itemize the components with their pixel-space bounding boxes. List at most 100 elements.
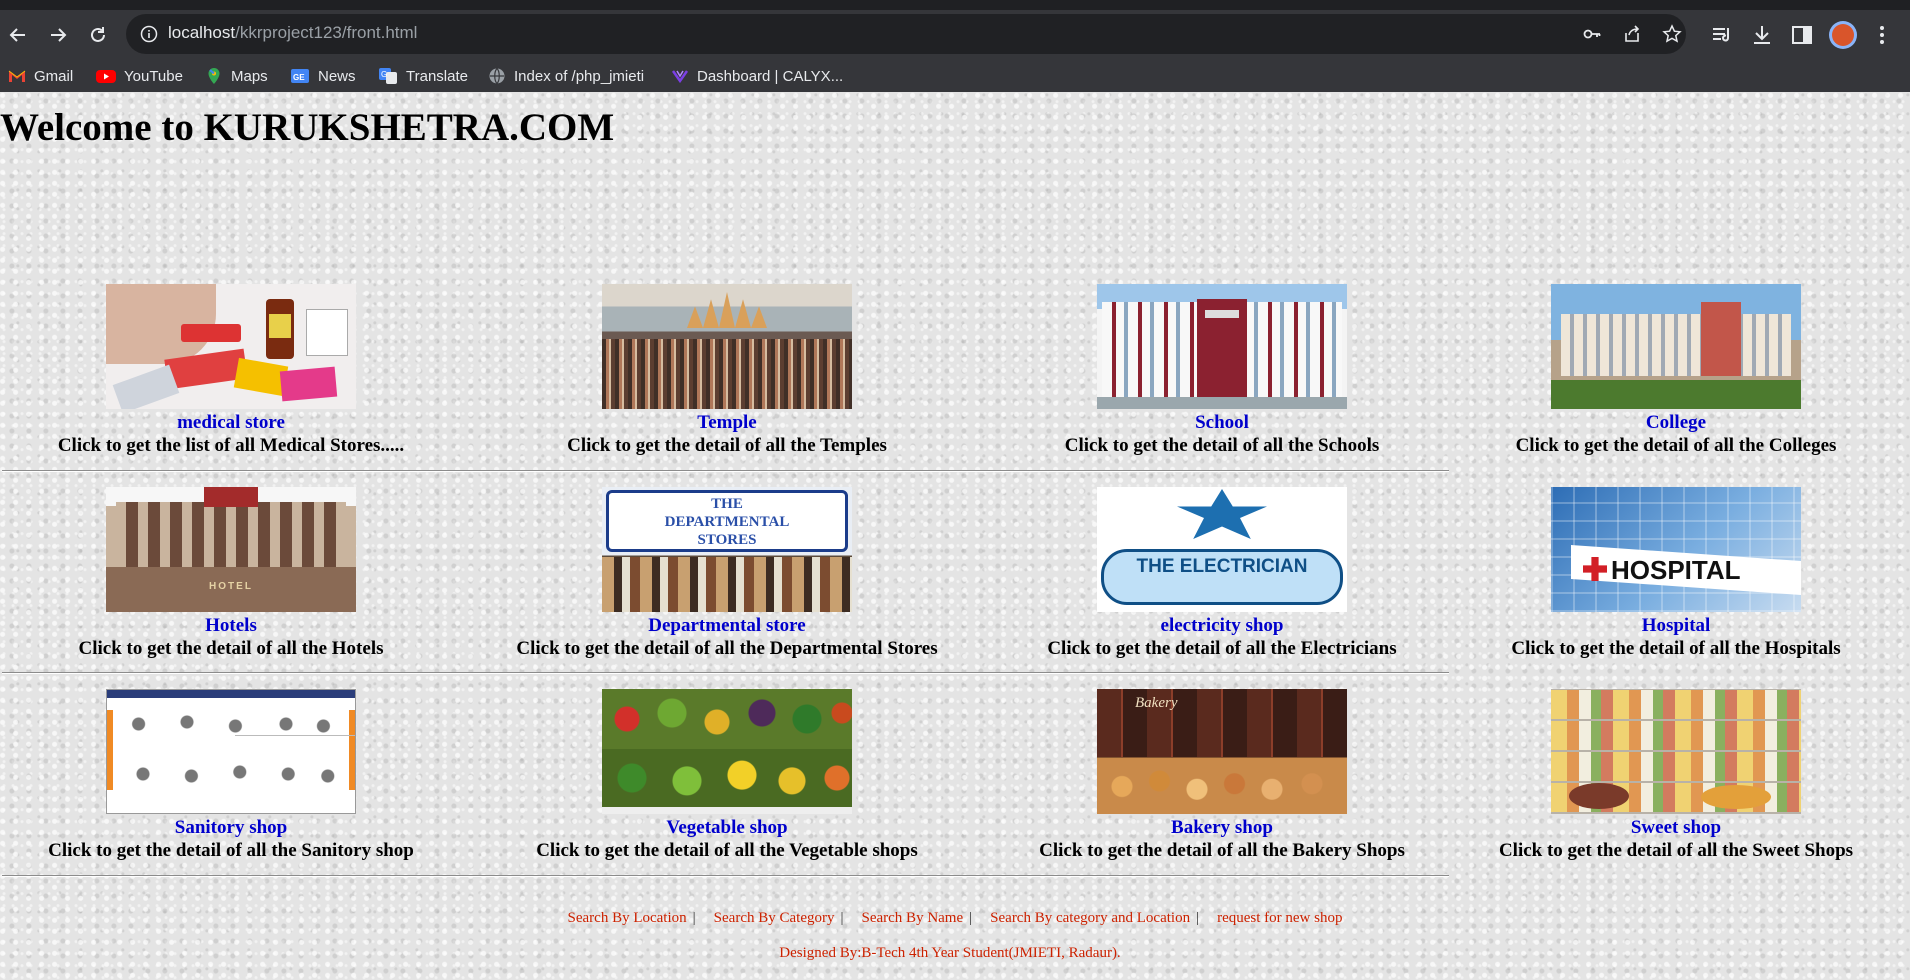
star-icon[interactable] bbox=[1662, 24, 1682, 44]
bakery-shop-link[interactable]: Bakery shop bbox=[992, 817, 1452, 839]
category-hospital: HOSPITAL Hospital Click to get the detai… bbox=[1446, 487, 1906, 660]
hotels-image[interactable]: HOTEL bbox=[106, 487, 356, 612]
svg-text:GE: GE bbox=[293, 73, 305, 82]
category-electricity-shop: THE ELECTRICIAN electricity shop Click t… bbox=[992, 487, 1452, 660]
departmental-store-image[interactable]: THE DEPARTMENTAL STORES bbox=[602, 487, 852, 612]
hospital-sign-text: HOSPITAL bbox=[1611, 555, 1741, 585]
category-bakery-shop: Bakery Bakery shop Click to get the deta… bbox=[992, 689, 1452, 862]
globe-icon bbox=[489, 68, 505, 84]
sanitory-shop-image[interactable] bbox=[106, 689, 356, 814]
url-path: /kkrproject123/front.html bbox=[235, 23, 418, 42]
vegetable-shop-description: Click to get the detail of all the Veget… bbox=[536, 840, 918, 861]
share-icon[interactable] bbox=[1622, 24, 1642, 44]
hospital-image[interactable]: HOSPITAL bbox=[1551, 487, 1801, 612]
key-icon[interactable] bbox=[1582, 24, 1602, 44]
medical-store-description: Click to get the list of all Medical Sto… bbox=[57, 435, 405, 456]
url-text[interactable]: localhost/kkrproject123/front.html bbox=[168, 23, 417, 43]
hotel-sign-text: HOTEL bbox=[209, 581, 253, 592]
search-by-category-link[interactable]: Search By Category bbox=[714, 910, 835, 926]
sanitory-shop-link[interactable]: Sanitory shop bbox=[1, 817, 461, 839]
designed-by-credit: Designed By:B-Tech 4th Year Student(JMIE… bbox=[779, 945, 1121, 961]
side-panel-icon[interactable] bbox=[1790, 23, 1814, 47]
temple-description: Click to get the detail of all the Templ… bbox=[567, 435, 887, 456]
link-separator: | bbox=[840, 910, 844, 926]
bookmark-label: YouTube bbox=[124, 67, 183, 85]
medical-store-link[interactable]: medical store bbox=[1, 412, 461, 434]
search-by-location-link[interactable]: Search By Location bbox=[568, 910, 687, 926]
bookmark-label: Translate bbox=[406, 67, 468, 85]
back-button[interactable] bbox=[6, 23, 30, 47]
row-divider bbox=[2, 470, 1449, 472]
gmail-icon bbox=[8, 70, 26, 82]
school-link[interactable]: School bbox=[992, 412, 1452, 434]
departmental-banner-text: THE DEPARTMENTAL STORES bbox=[664, 496, 790, 548]
info-icon[interactable] bbox=[140, 25, 158, 43]
reload-icon bbox=[91, 27, 105, 42]
departmental-store-link[interactable]: Departmental store bbox=[497, 615, 957, 637]
bookmark-gmail[interactable]: Gmail bbox=[8, 60, 73, 92]
electricity-shop-description: Click to get the detail of all the Elect… bbox=[1047, 638, 1397, 659]
category-departmental-store: THE DEPARTMENTAL STORES Departmental sto… bbox=[497, 487, 957, 660]
bookmark-news[interactable]: GE News bbox=[290, 60, 356, 92]
school-image[interactable] bbox=[1097, 284, 1347, 409]
hospital-description: Click to get the detail of all the Hospi… bbox=[1511, 638, 1841, 659]
bookmark-translate[interactable]: G Translate bbox=[378, 60, 468, 92]
hospital-link[interactable]: Hospital bbox=[1446, 615, 1906, 637]
category-sanitory-shop: Sanitory shop Click to get the detail of… bbox=[1, 689, 461, 862]
row-divider bbox=[2, 672, 1449, 674]
category-school: School Click to get the detail of all th… bbox=[992, 284, 1452, 457]
vegetable-shop-image[interactable] bbox=[602, 689, 852, 814]
page-title: Welcome to KURUKSHETRA.COM bbox=[0, 106, 615, 149]
calyx-icon bbox=[671, 70, 689, 84]
bookmark-label: Index of /php_jmieti bbox=[514, 67, 645, 85]
bakery-shop-image[interactable]: Bakery bbox=[1097, 689, 1347, 814]
category-sweet-shop: Sweet shop Click to get the detail of al… bbox=[1446, 689, 1906, 862]
medical-store-image[interactable] bbox=[106, 284, 356, 409]
bookmark-label: News bbox=[318, 67, 356, 85]
bookmark-calyx[interactable]: Dashboard | CALYX... bbox=[671, 60, 843, 92]
search-by-category-and-location-link[interactable]: Search By category and Location bbox=[990, 910, 1190, 926]
bookmark-index-php[interactable]: Index of /php_jmieti bbox=[488, 60, 644, 92]
electricity-shop-image[interactable]: THE ELECTRICIAN bbox=[1097, 487, 1347, 612]
temple-link[interactable]: Temple bbox=[497, 412, 957, 434]
college-link[interactable]: College bbox=[1446, 412, 1906, 434]
more-menu-icon[interactable] bbox=[1870, 23, 1894, 47]
bookmarks-bar: Gmail YouTube Maps GE News G Translate I… bbox=[0, 60, 1910, 92]
row-divider bbox=[2, 875, 1449, 877]
vegetable-shop-link[interactable]: Vegetable shop bbox=[497, 817, 957, 839]
download-icon[interactable] bbox=[1750, 23, 1774, 47]
temple-image[interactable] bbox=[602, 284, 852, 409]
arrow-right-icon bbox=[51, 28, 67, 42]
search-by-name-link[interactable]: Search By Name bbox=[862, 910, 964, 926]
sweet-shop-link[interactable]: Sweet shop bbox=[1446, 817, 1906, 839]
link-separator: | bbox=[1196, 910, 1200, 926]
maps-icon bbox=[208, 68, 220, 84]
forward-button[interactable] bbox=[46, 23, 70, 47]
bookmark-maps[interactable]: Maps bbox=[205, 60, 268, 92]
college-description: Click to get the detail of all the Colle… bbox=[1515, 435, 1837, 456]
school-description: Click to get the detail of all the Schoo… bbox=[1064, 435, 1380, 456]
reading-list-icon[interactable] bbox=[1710, 23, 1734, 47]
college-image[interactable] bbox=[1551, 284, 1801, 409]
address-bar[interactable]: localhost/kkrproject123/front.html bbox=[126, 14, 1686, 54]
hotels-link[interactable]: Hotels bbox=[1, 615, 461, 637]
hotels-description: Click to get the detail of all the Hotel… bbox=[78, 638, 384, 659]
bookmark-label: Maps bbox=[231, 67, 268, 85]
request-new-shop-link[interactable]: request for new shop bbox=[1217, 910, 1342, 926]
bookmark-label: Dashboard | CALYX... bbox=[697, 67, 844, 85]
browser-toolbar: localhost/kkrproject123/front.html bbox=[0, 10, 1910, 60]
svg-text:G: G bbox=[381, 70, 387, 79]
electrician-logo-text: THE ELECTRICIAN bbox=[1136, 556, 1308, 577]
link-separator: | bbox=[692, 910, 696, 926]
link-separator: | bbox=[969, 910, 973, 926]
category-vegetable-shop: Vegetable shop Click to get the detail o… bbox=[497, 689, 957, 862]
bookmark-youtube[interactable]: YouTube bbox=[96, 60, 183, 92]
sweet-shop-image[interactable] bbox=[1551, 689, 1801, 814]
electricity-shop-link[interactable]: electricity shop bbox=[992, 615, 1452, 637]
window-top-strip bbox=[0, 0, 1910, 10]
page-content: Welcome to KURUKSHETRA.COM medical store… bbox=[0, 92, 1910, 980]
news-icon: GE bbox=[291, 69, 309, 83]
profile-avatar[interactable] bbox=[1829, 21, 1857, 49]
bookmark-label: Gmail bbox=[34, 67, 74, 85]
reload-button[interactable] bbox=[86, 23, 110, 47]
